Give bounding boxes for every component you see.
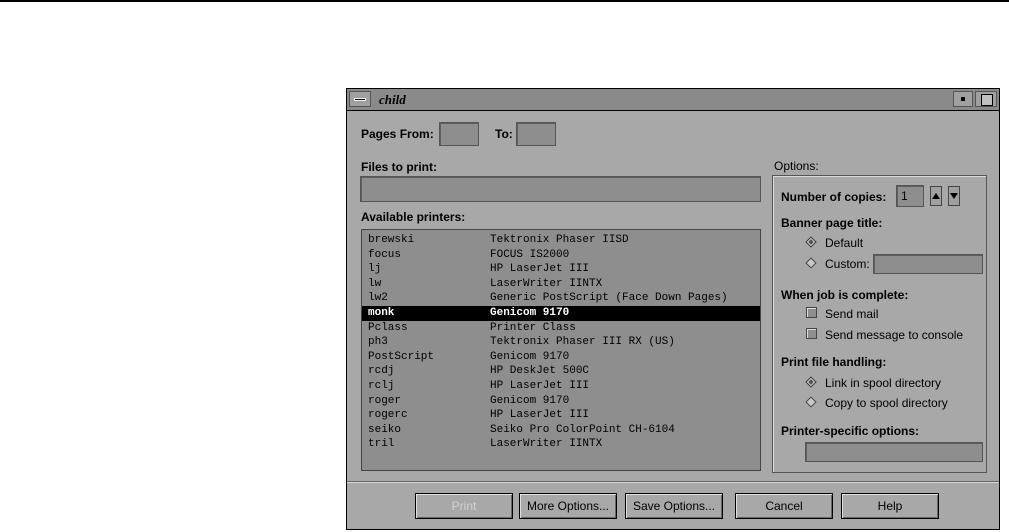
printer-name: Pclass bbox=[368, 321, 408, 334]
printer-name: focus bbox=[368, 248, 402, 261]
cancel-button[interactable]: Cancel bbox=[735, 493, 833, 519]
banner-custom-label: Custom: bbox=[825, 257, 870, 271]
printer-name: lw2 bbox=[368, 292, 388, 305]
copy-spool-label: Copy to spool directory bbox=[825, 396, 948, 410]
save-options-button[interactable]: Save Options... bbox=[625, 493, 723, 519]
printer-name: brewski bbox=[368, 234, 415, 246]
printer-name: rcdj bbox=[368, 365, 395, 378]
printer-description: HP LaserJet III bbox=[490, 379, 590, 392]
maximize-button[interactable] bbox=[975, 91, 997, 107]
pages-to-label: To: bbox=[495, 127, 513, 141]
printer-description: Generic PostScript (Face Down Pages) bbox=[490, 292, 728, 305]
minimize-button[interactable] bbox=[953, 91, 973, 107]
printer-row[interactable]: lj HP LaserJet III bbox=[362, 262, 760, 277]
printer-description: LaserWriter IINTX bbox=[490, 277, 603, 290]
printer-description: HP DeskJet 500C bbox=[490, 365, 590, 378]
printer-row[interactable]: rcdj HP DeskJet 500C bbox=[362, 364, 760, 379]
printer-description: HP LaserJet III bbox=[490, 263, 590, 276]
printer-description: Seiko Pro ColorPoint CH-6104 bbox=[490, 423, 675, 436]
printer-row[interactable]: tril LaserWriter IINTX bbox=[362, 437, 760, 452]
printer-name: rclj bbox=[368, 379, 395, 392]
complete-label: When job is complete: bbox=[781, 288, 909, 302]
top-rule bbox=[0, 0, 1009, 2]
send-mail-checkbox[interactable] bbox=[806, 307, 817, 318]
specific-label: Printer-specific options: bbox=[781, 424, 920, 438]
pages-from-label: Pages From: bbox=[361, 127, 434, 141]
banner-custom-input[interactable] bbox=[873, 254, 983, 274]
copies-decrement-button[interactable] bbox=[948, 186, 960, 206]
files-label: Files to print: bbox=[361, 160, 437, 174]
banner-label: Banner page title: bbox=[781, 216, 883, 230]
send-console-label: Send message to console bbox=[825, 328, 964, 342]
printer-description: Tektronix Phaser IISD bbox=[490, 234, 629, 246]
printer-name: ph3 bbox=[368, 336, 388, 349]
printer-description: Tektronix Phaser III RX (US) bbox=[490, 336, 675, 349]
printer-row[interactable]: lw2 Generic PostScript (Face Down Pages) bbox=[362, 291, 760, 306]
help-button[interactable]: Help bbox=[841, 493, 939, 519]
printer-row[interactable]: monk Genicom 9170 bbox=[362, 305, 760, 321]
minimize-icon bbox=[961, 97, 965, 101]
handling-label: Print file handling: bbox=[781, 355, 887, 369]
send-mail-label: Send mail bbox=[825, 307, 879, 321]
printer-row[interactable]: focus FOCUS IS2000 bbox=[362, 248, 760, 263]
printer-row[interactable]: lw LaserWriter IINTX bbox=[362, 277, 760, 292]
printer-description: Genicom 9170 bbox=[490, 350, 570, 363]
printer-name: monk bbox=[368, 306, 395, 319]
printer-row[interactable]: rclj HP LaserJet III bbox=[362, 379, 760, 394]
button-separator bbox=[347, 481, 999, 483]
printer-row[interactable]: seiko Seiko Pro ColorPoint CH-6104 bbox=[362, 423, 760, 438]
printer-row[interactable]: ph3 Tektronix Phaser III RX (US) bbox=[362, 335, 760, 350]
print-dialog-window: child Pages From: To: Files to print: Av… bbox=[346, 88, 1000, 530]
arrow-down-icon bbox=[950, 193, 958, 199]
pages-from-input[interactable] bbox=[439, 122, 479, 146]
link-spool-label: Link in spool directory bbox=[825, 376, 942, 390]
printer-row[interactable]: roger Genicom 9170 bbox=[362, 394, 760, 409]
printer-row[interactable]: brewski Tektronix Phaser IISD bbox=[362, 233, 760, 248]
printer-name: seiko bbox=[368, 423, 402, 436]
printers-label: Available printers: bbox=[361, 210, 466, 224]
printer-name: roger bbox=[368, 394, 402, 407]
arrow-up-icon bbox=[932, 193, 940, 199]
copies-increment-button[interactable] bbox=[930, 186, 942, 206]
files-input[interactable] bbox=[360, 176, 761, 202]
window-menu-icon bbox=[354, 98, 366, 101]
window-menu-button[interactable] bbox=[349, 91, 371, 107]
printer-row[interactable]: Pclass Printer Class bbox=[362, 321, 760, 336]
printer-name: lj bbox=[368, 263, 382, 276]
banner-default-label: Default bbox=[825, 236, 864, 250]
printer-description: Genicom 9170 bbox=[490, 394, 570, 407]
window-title: child bbox=[379, 92, 406, 107]
printer-name: lw bbox=[368, 277, 382, 290]
printer-row[interactable]: rogerc HP LaserJet III bbox=[362, 408, 760, 423]
more-options-button[interactable]: More Options... bbox=[519, 493, 617, 519]
copies-input[interactable]: 1 bbox=[896, 185, 924, 207]
printer-description: LaserWriter IINTX bbox=[490, 438, 603, 451]
title-bar[interactable]: child bbox=[347, 89, 999, 111]
printer-name: rogerc bbox=[368, 409, 408, 422]
options-label: Options: bbox=[774, 159, 819, 173]
pages-to-input[interactable] bbox=[516, 122, 556, 146]
printer-name: tril bbox=[368, 438, 395, 451]
print-button[interactable]: Print bbox=[415, 493, 513, 519]
send-console-checkbox[interactable] bbox=[806, 328, 817, 339]
printer-description: FOCUS IS2000 bbox=[490, 248, 570, 261]
specific-options-input[interactable] bbox=[805, 442, 983, 462]
printer-description: Genicom 9170 bbox=[490, 306, 570, 319]
printer-description: HP LaserJet III bbox=[490, 409, 590, 422]
printer-name: PostScript bbox=[368, 350, 435, 363]
copies-label: Number of copies: bbox=[781, 190, 887, 204]
printer-list[interactable]: brewski Tektronix Phaser IISD focus FOCUS I… bbox=[361, 229, 761, 471]
printer-row[interactable]: PostScript Genicom 9170 bbox=[362, 350, 760, 365]
printer-description: Printer Class bbox=[490, 321, 576, 334]
maximize-icon bbox=[981, 94, 993, 106]
